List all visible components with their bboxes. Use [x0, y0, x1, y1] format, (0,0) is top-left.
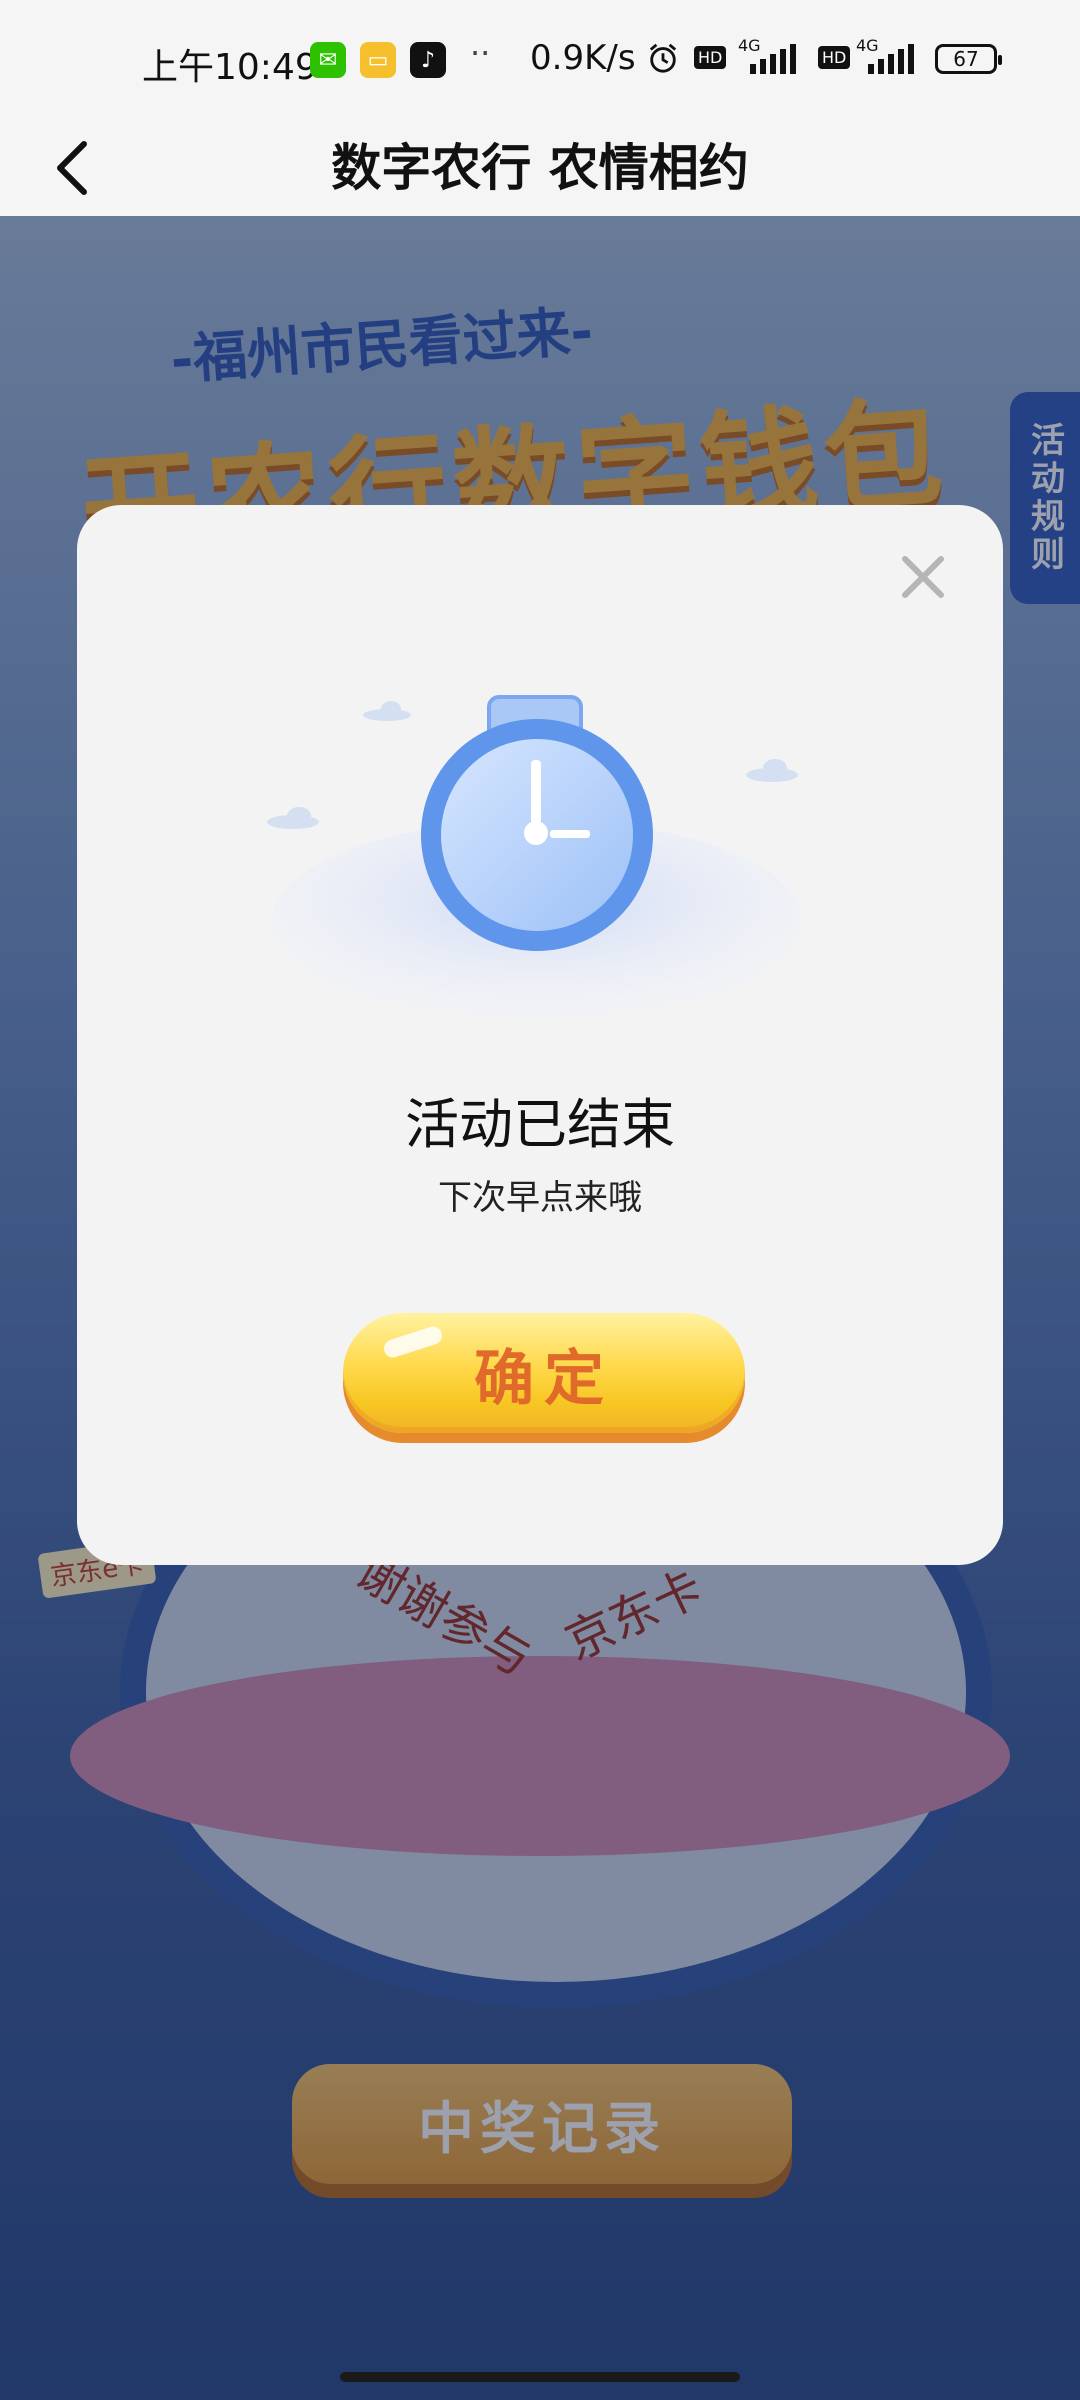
- confirm-button[interactable]: 确定: [343, 1313, 745, 1433]
- battery-icon: 67: [935, 44, 1002, 74]
- more-notifications-icon: ··: [470, 34, 491, 72]
- page-title: 数字农行 农情相约: [331, 139, 749, 197]
- hd-badge: HD: [818, 46, 851, 69]
- confirm-label: 确定: [474, 1343, 614, 1414]
- message-icon: ▭: [360, 42, 396, 78]
- home-indicator[interactable]: [340, 2372, 740, 2382]
- nav-header: 数字农行 农情相约: [0, 120, 1080, 216]
- stopwatch-illustration: [267, 695, 802, 1020]
- signal-icon: [868, 44, 914, 74]
- battery-level: 67: [953, 47, 979, 71]
- close-icon: [902, 556, 944, 598]
- network-speed: 0.9K/s: [530, 38, 636, 78]
- close-button[interactable]: [891, 545, 955, 609]
- status-bar: 上午10:49 ✉ ▭ ♪ ·· 0.9K/s HD 4G HD 4G 67: [0, 0, 1080, 120]
- status-time: 上午10:49: [142, 47, 318, 88]
- activity-ended-dialog: 活动已结束 下次早点来哦 确定: [77, 505, 1003, 1565]
- signal-icon: [750, 44, 796, 74]
- button-shine: [381, 1324, 445, 1360]
- hd-badge: HD: [694, 46, 727, 69]
- activity-ended-message: 活动已结束: [405, 1093, 675, 1156]
- activity-ended-submessage: 下次早点来哦: [438, 1178, 642, 1218]
- tiktok-icon: ♪: [410, 42, 446, 78]
- alarm-icon: [649, 43, 677, 73]
- wechat-icon: ✉: [310, 42, 346, 78]
